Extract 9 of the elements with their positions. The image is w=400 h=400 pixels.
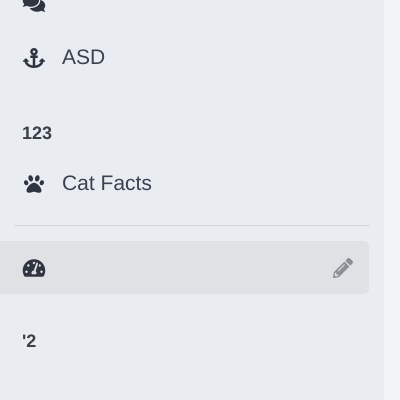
section-heading: '2 (22, 330, 36, 352)
section-heading: 123 (22, 122, 52, 144)
sidebar-item[interactable]: Cat Facts (0, 159, 369, 209)
sidebar-item[interactable] (0, 241, 369, 294)
sidebar-item[interactable]: ASD (0, 33, 369, 83)
edit-icon[interactable] (333, 258, 353, 278)
paw-icon (22, 174, 46, 194)
gauge-icon (22, 258, 46, 278)
anchor-icon (22, 48, 46, 68)
